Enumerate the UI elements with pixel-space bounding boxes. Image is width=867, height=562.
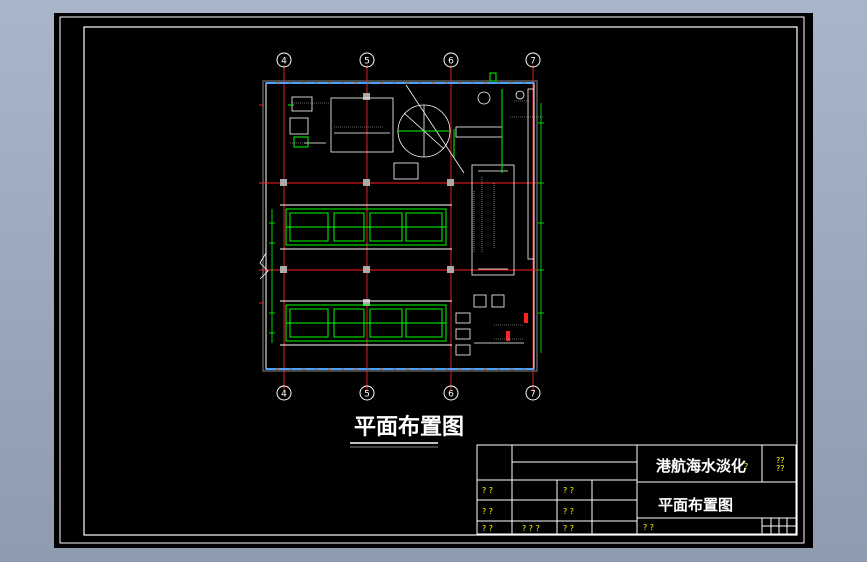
right-green [453, 72, 503, 173]
project-name: 港航海水淡化 [656, 457, 746, 475]
axis-label-bottom-4: 4 [281, 390, 287, 400]
break-line [259, 252, 269, 280]
code-bottom: ?? [776, 464, 785, 473]
dimension-left [269, 209, 275, 343]
cell-label-7: ? ? [563, 524, 574, 533]
cell-label-3: ? ? [482, 507, 493, 516]
red-valves [506, 313, 528, 341]
cad-drawing: 4 5 6 7 4 5 6 7 平面布置图 港航海水淡化 ? ?? ?? 平面布… [59, 16, 805, 544]
title-block-grid [476, 444, 797, 535]
cad-viewport[interactable]: 4 5 6 7 4 5 6 7 平面布置图 港航海水淡化 ? ?? ?? 平面布… [54, 13, 813, 548]
axis-labels-bottom: 4 5 6 7 [281, 390, 536, 400]
sheet-title: 平面布置图 [658, 496, 733, 514]
axis-label-top-6: 6 [448, 57, 454, 67]
axis-label-bottom-6: 6 [448, 390, 454, 400]
axis-label-top-4: 4 [281, 57, 287, 67]
axis-bubbles-bottom [276, 385, 541, 401]
top-equipment [289, 84, 465, 180]
cell-label-1: ? ? [482, 486, 493, 495]
dimension-right [538, 103, 544, 353]
axis-label-bottom-7: 7 [530, 390, 536, 400]
building-outline [262, 80, 538, 372]
pump-train-upper [280, 204, 452, 250]
cell-label-6: ? ? ? [522, 524, 540, 533]
drawing-title: 平面布置图 [354, 414, 464, 440]
lower-right-equipment [455, 294, 524, 356]
axis-label-top-5: 5 [364, 57, 370, 67]
cell-label-4: ? ? [563, 507, 574, 516]
project-name-suffix: ? [744, 462, 748, 471]
axis-label-top-7: 7 [530, 57, 536, 67]
cell-label-5: ? ? [482, 524, 493, 533]
grid-axes [259, 65, 539, 391]
axis-bubbles-top [276, 52, 541, 68]
axis-labels-top: 4 5 6 7 [281, 57, 536, 67]
cell-label-8: ? ? [643, 523, 654, 532]
cell-label-2: ? ? [563, 486, 574, 495]
axis-label-bottom-5: 5 [364, 390, 370, 400]
pump-train-lower [280, 300, 452, 346]
